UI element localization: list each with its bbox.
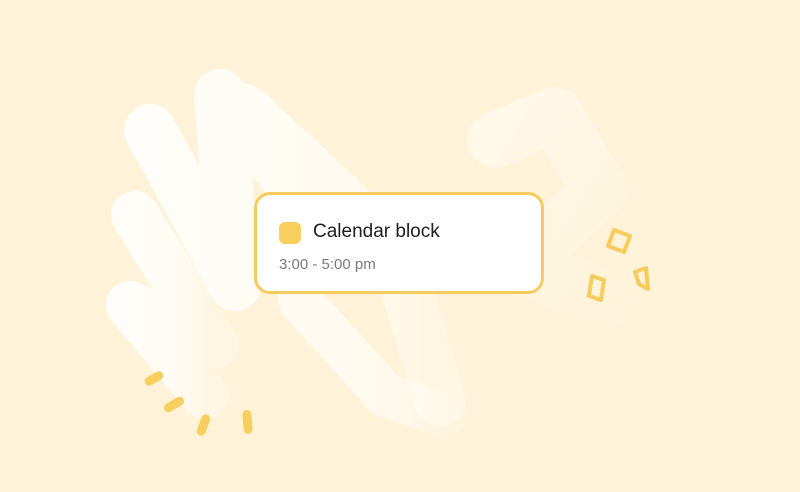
sparkle-mark: [633, 266, 650, 291]
calendar-color-swatch: [279, 222, 301, 244]
dash-mark: [163, 396, 185, 413]
illustration-canvas: Calendar block 3:00 - 5:00 pm: [0, 0, 800, 492]
calendar-block-time: 3:00 - 5:00 pm: [279, 256, 376, 273]
calendar-block-title: Calendar block: [313, 221, 440, 242]
sparkle-mark: [606, 228, 632, 254]
dash-mark: [242, 410, 253, 434]
calendar-block-card[interactable]: Calendar block 3:00 - 5:00 pm: [254, 192, 544, 294]
